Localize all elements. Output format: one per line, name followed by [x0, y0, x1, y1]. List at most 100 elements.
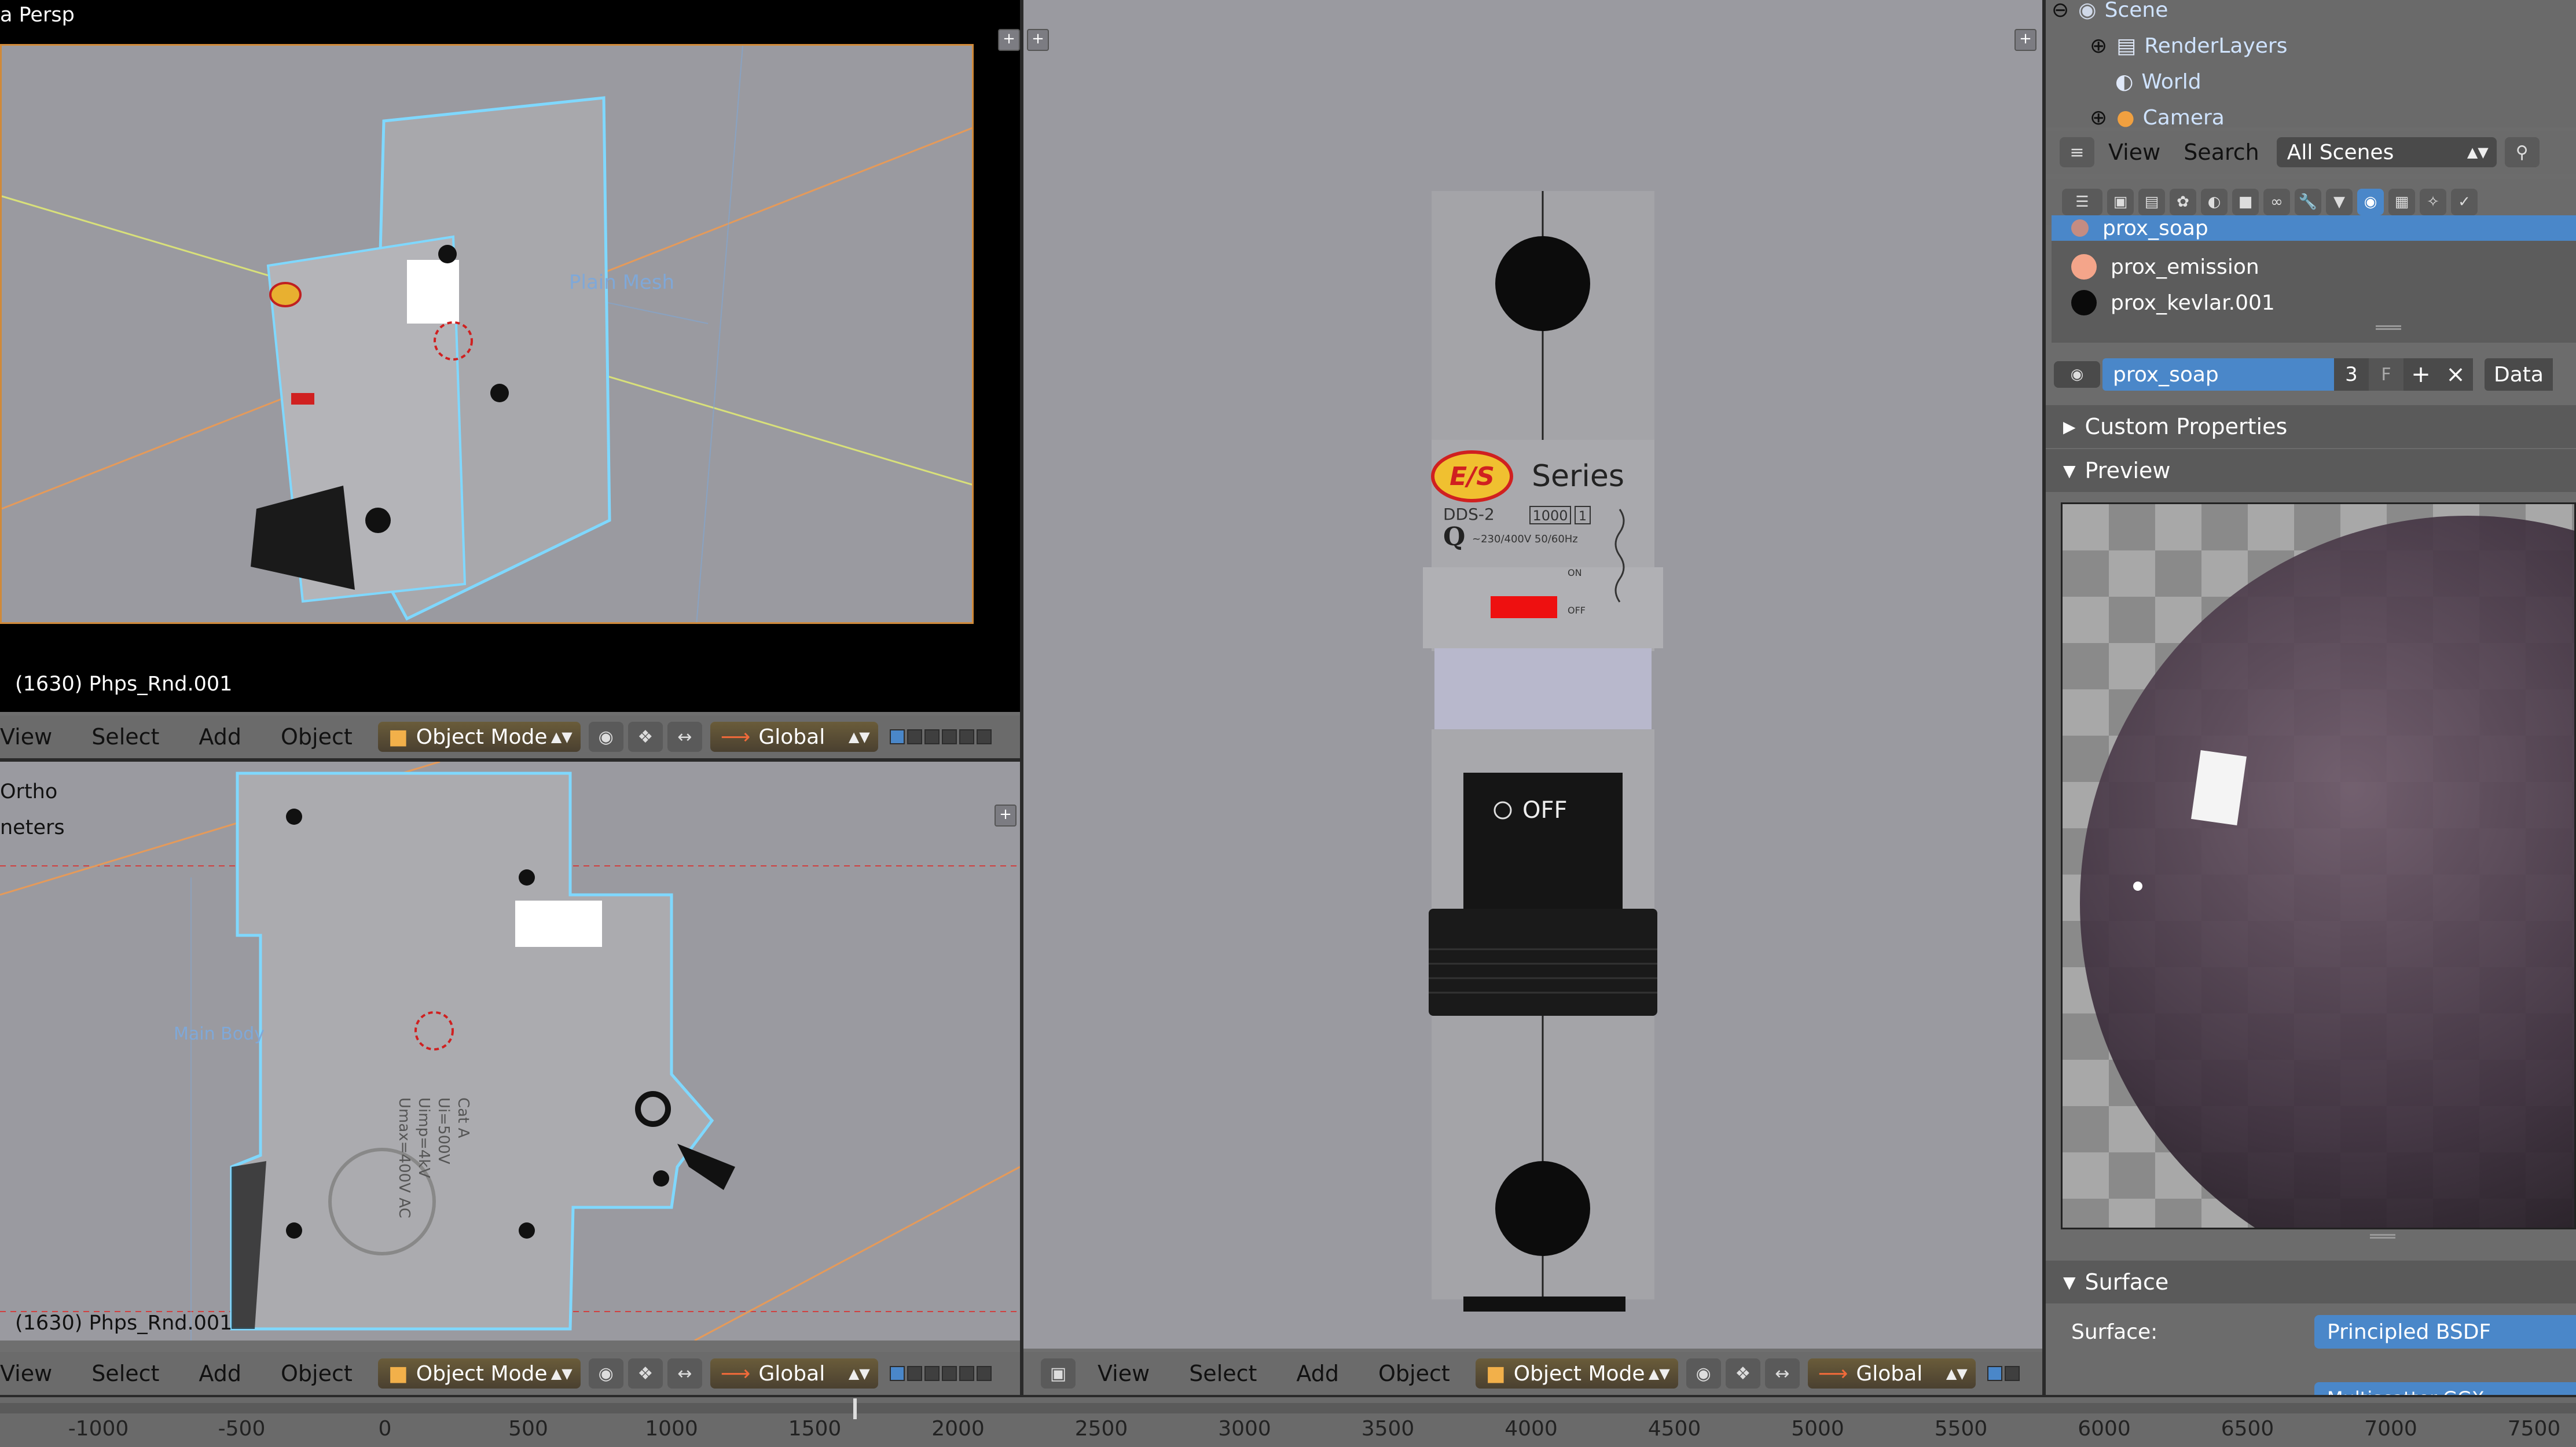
manipulator-icon[interactable]: ↔ [667, 722, 702, 752]
overlay-label-top: Plain Mesh [569, 271, 674, 294]
camera-frame: Plain Mesh [0, 44, 974, 624]
display-mode-icon[interactable]: ≡ [2060, 137, 2094, 167]
mode-dropdown[interactable]: ■ Object Mode ▲▼ [377, 722, 581, 752]
world-tab-icon[interactable]: ◐ [2201, 189, 2228, 215]
mode-label: Object Mode [416, 725, 548, 749]
panel-custom-properties[interactable]: ▶ Custom Properties [2046, 405, 2576, 448]
timeline-tick: 4000 [1504, 1417, 1558, 1441]
outliner-menu-search[interactable]: Search [2184, 139, 2259, 165]
physics-tab-icon[interactable]: ✓ [2451, 189, 2478, 215]
on-mark-text: ON [1568, 567, 1582, 578]
editor-type-icon[interactable]: ☰ [2062, 189, 2102, 215]
timeline-scrubber-bar[interactable] [0, 1403, 2576, 1413]
model-text: DDS-2 [1443, 505, 1495, 524]
scene-filter-dropdown[interactable]: All Scenes ▲▼ [2276, 137, 2497, 167]
editor-type-icon[interactable]: ▣ [1041, 1358, 1076, 1389]
material-slot-0[interactable]: prox_soap [2052, 215, 2576, 241]
outliner-label: World [2141, 69, 2201, 94]
viewport-camera[interactable]: a Persp s Plain Mesh (1630) Phps_Rnd.001… [0, 0, 1020, 712]
user-count[interactable]: 3 [2334, 358, 2369, 391]
outliner-item-renderlayers[interactable]: ⊕ ▤ RenderLayers [2090, 28, 2287, 64]
material-tab-icon[interactable]: ◉ [2357, 189, 2384, 215]
render-tab-icon[interactable]: ▣ [2107, 189, 2134, 215]
menu-view[interactable]: View [0, 1361, 52, 1386]
split-divider-vertical-left[interactable] [1020, 0, 1023, 1395]
scene-tab-icon[interactable]: ✿ [2170, 189, 2196, 215]
menu-object[interactable]: Object [1378, 1361, 1450, 1386]
side-text-1: Umax=400V AC [395, 1097, 413, 1218]
menu-add[interactable]: Add [199, 1361, 241, 1386]
outliner-item-camera[interactable]: ⊕ ● Camera [2090, 100, 2225, 128]
shading-icon[interactable]: ◉ [588, 722, 623, 752]
modifiers-tab-icon[interactable]: 🔧 [2295, 189, 2321, 215]
viewport-ortho[interactable]: Ortho neters Main Body Umax=400V AC Uimp… [0, 762, 1020, 1341]
split-divider-vertical-right[interactable] [2042, 0, 2046, 1401]
link-data-dropdown[interactable]: Data [2485, 358, 2553, 391]
panel-preview[interactable]: ▼ Preview [2046, 449, 2576, 492]
texture-tab-icon[interactable]: ▦ [2388, 189, 2415, 215]
menu-select[interactable]: Select [1189, 1361, 1257, 1386]
orientation-label: Global [758, 1361, 825, 1386]
unlink-material-button[interactable]: × [2438, 358, 2473, 391]
menu-select[interactable]: Select [91, 1361, 159, 1386]
current-frame-marker[interactable] [853, 1398, 857, 1419]
mode-dropdown[interactable]: ■ Object Mode ▲▼ [1475, 1358, 1678, 1389]
shading-icon[interactable]: ◉ [588, 1358, 623, 1389]
material-browse-icon[interactable]: ◉ [2054, 361, 2100, 388]
expanded-icon: ▼ [2063, 1272, 2076, 1292]
menu-add[interactable]: Add [199, 724, 241, 750]
panel-surface[interactable]: ▼ Surface [2046, 1261, 2576, 1303]
rating-text: 1000 [1532, 508, 1568, 524]
menu-add[interactable]: Add [1296, 1361, 1339, 1386]
side-text-4: Cat A [454, 1097, 472, 1138]
manipulator-icon[interactable]: ↔ [1764, 1358, 1800, 1389]
expanded-icon: ▼ [2063, 461, 2076, 480]
menu-object[interactable]: Object [281, 1361, 353, 1386]
side-text-2: Uimp=4kV [415, 1097, 432, 1178]
pivot-icon[interactable]: ❖ [1725, 1358, 1760, 1389]
viewport-corner-plus-ortho[interactable]: + [995, 805, 1017, 827]
split-divider-horizontal[interactable] [0, 758, 1020, 762]
search-icon[interactable]: ⚲ [2504, 137, 2540, 167]
data-tab-icon[interactable]: ▼ [2326, 189, 2353, 215]
renderlayer-tab-icon[interactable]: ▤ [2138, 189, 2165, 215]
orientation-dropdown[interactable]: ⟶ Global ▲▼ [1807, 1358, 1976, 1389]
menu-view[interactable]: View [0, 724, 52, 750]
material-slot-1[interactable]: prox_emission [2052, 249, 2259, 285]
preview-resize-handle[interactable] [2370, 1234, 2395, 1239]
fake-user-toggle[interactable]: F [2369, 358, 2403, 391]
top-screw [1495, 236, 1590, 331]
layer-buttons[interactable] [889, 1366, 992, 1381]
orientation-dropdown[interactable]: ⟶ Global ▲▼ [710, 722, 878, 752]
menu-object[interactable]: Object [281, 724, 353, 750]
material-preview [2061, 502, 2576, 1229]
cube-icon: ■ [1485, 1361, 1506, 1386]
layer-buttons[interactable] [1987, 1366, 2020, 1381]
outliner-item-world[interactable]: ◐ World [2115, 64, 2201, 100]
material-slot-2[interactable]: prox_kevlar.001 [2052, 285, 2275, 321]
pivot-icon[interactable]: ❖ [628, 722, 663, 752]
mode-dropdown[interactable]: ■ Object Mode ▲▼ [377, 1358, 581, 1389]
menu-view[interactable]: View [1098, 1361, 1150, 1386]
menu-select[interactable]: Select [91, 724, 159, 750]
link-data-label: Data [2494, 362, 2544, 387]
material-name-field[interactable]: prox_soap [2102, 358, 2334, 391]
bottom-screw [1495, 1161, 1590, 1256]
resize-handle[interactable] [2376, 325, 2401, 330]
object-tab-icon[interactable]: ■ [2232, 189, 2259, 215]
outliner-menu-view[interactable]: View [2108, 139, 2160, 165]
layer-buttons[interactable] [889, 729, 992, 744]
pivot-icon[interactable]: ❖ [628, 1358, 663, 1389]
outliner-item-scene[interactable]: ⊖ ◉ Scene [2052, 0, 2168, 28]
constraints-tab-icon[interactable]: ∞ [2263, 189, 2290, 215]
shading-icon[interactable]: ◉ [1686, 1358, 1721, 1389]
viewport-front[interactable]: + + E/S Series DDS-2 1000 1 Q ~230/400V … [1023, 0, 2042, 1349]
particles-tab-icon[interactable]: ✧ [2420, 189, 2446, 215]
orientation-dropdown[interactable]: ⟶ Global ▲▼ [710, 1358, 878, 1389]
new-material-button[interactable]: + [2403, 358, 2438, 391]
surface-shader-value: Principled BSDF [2327, 1320, 2491, 1344]
cube-icon: ■ [388, 725, 408, 749]
viewport-corner-plus[interactable]: + [998, 29, 1020, 51]
surface-shader-dropdown[interactable]: Principled BSDF [2314, 1315, 2576, 1349]
manipulator-icon[interactable]: ↔ [667, 1358, 702, 1389]
